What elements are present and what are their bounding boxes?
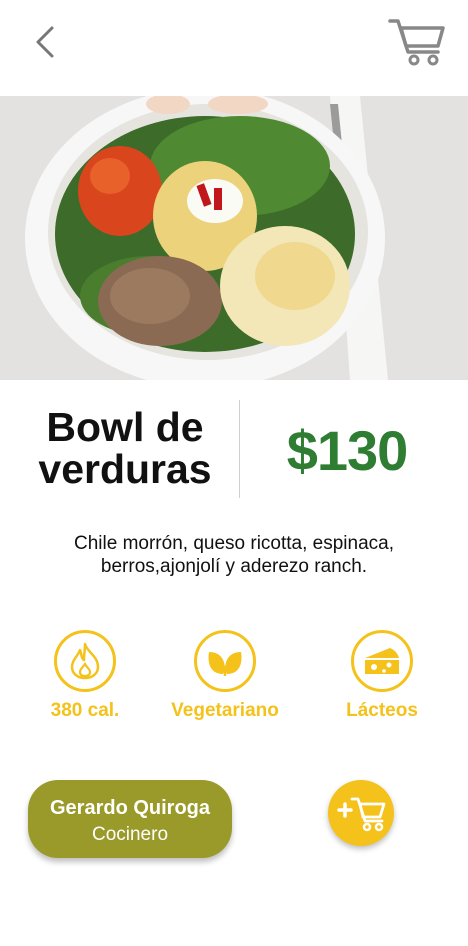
add-to-cart-icon bbox=[337, 797, 386, 832]
dish-header: Bowl de verduras $130 bbox=[0, 384, 468, 514]
attribute-vegetarian: Vegetariano bbox=[160, 630, 290, 722]
dish-description: Chile morrón, queso ricotta, espinaca, b… bbox=[74, 533, 394, 577]
flame-icon bbox=[54, 630, 116, 692]
cart-icon bbox=[388, 19, 445, 66]
attribute-calories: 380 cal. bbox=[20, 630, 150, 722]
attribute-dairy: Lácteos bbox=[317, 630, 447, 722]
chef-name: Gerardo Quiroga bbox=[49, 797, 211, 819]
attribute-label: Vegetariano bbox=[171, 700, 279, 721]
chevron-left-icon bbox=[36, 26, 54, 58]
chef-button[interactable]: Gerardo Quiroga Cocinero bbox=[28, 780, 232, 858]
back-button[interactable] bbox=[28, 22, 64, 62]
cheese-icon bbox=[351, 630, 413, 692]
add-to-cart-button[interactable] bbox=[328, 780, 394, 846]
dish-photo bbox=[0, 96, 468, 380]
divider bbox=[239, 400, 240, 498]
chef-role: Cocinero bbox=[91, 824, 169, 845]
dish-price: $130 bbox=[286, 419, 409, 482]
top-bar bbox=[0, 0, 468, 96]
attribute-label: 380 cal. bbox=[50, 700, 120, 721]
dish-title: Bowl de verduras bbox=[38, 404, 212, 492]
leaf-icon bbox=[194, 630, 256, 692]
cart-button[interactable] bbox=[388, 16, 448, 68]
attribute-label: Lácteos bbox=[346, 700, 418, 721]
